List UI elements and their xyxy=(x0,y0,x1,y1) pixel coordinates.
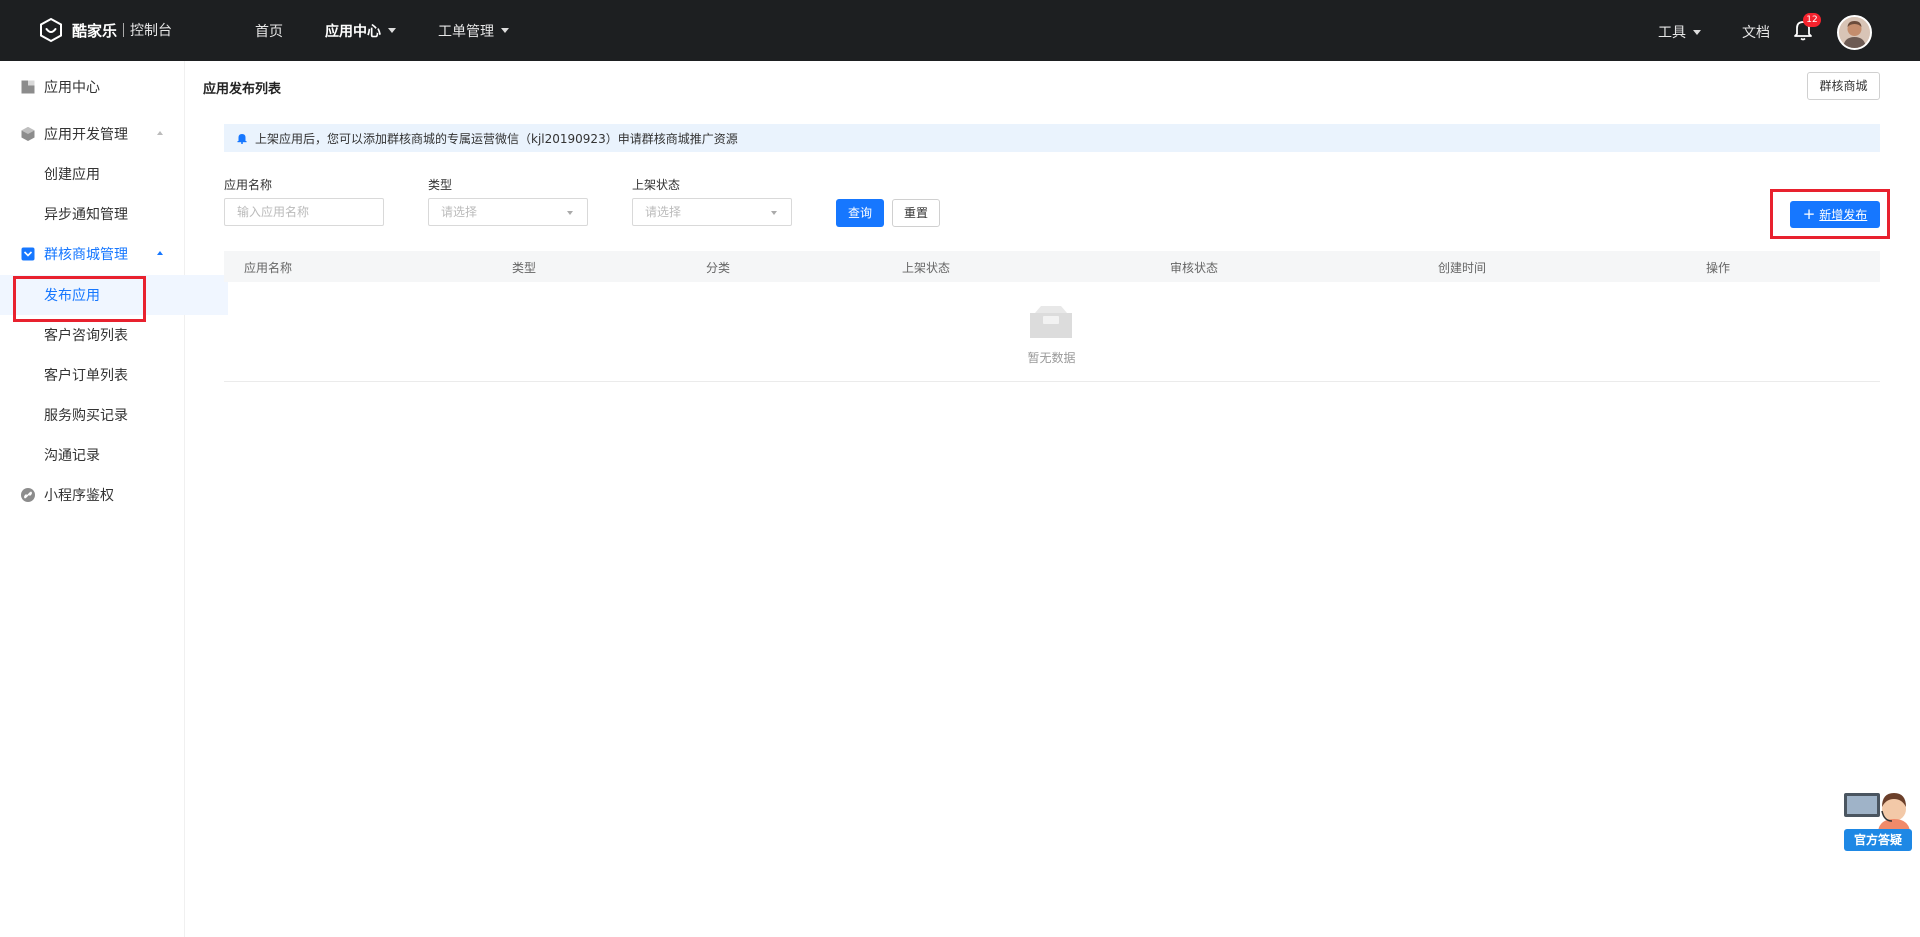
table-header: 应用名称 类型 分类 上架状态 审核状态 创建时间 操作 xyxy=(224,251,1880,282)
filter-type-label: 类型 xyxy=(428,178,453,192)
new-publish-button[interactable]: + 新增发布 xyxy=(1790,201,1880,228)
sidebar-item-create-app[interactable]: 创建应用 xyxy=(0,154,228,194)
top-nav: 首页 应用中心 工单管理 xyxy=(255,0,551,61)
mall-button[interactable]: 群核商城 xyxy=(1807,72,1880,100)
bell-icon xyxy=(237,134,247,144)
sidebar-item-label: 应用中心 xyxy=(44,80,100,96)
reset-button[interactable]: 重置 xyxy=(892,199,940,227)
store-icon xyxy=(20,246,36,262)
sidebar-item-mall-management[interactable]: 群核商城管理 xyxy=(0,234,184,274)
logo[interactable]: 酷家乐 控制台 xyxy=(38,16,172,44)
top-bar: 酷家乐 控制台 首页 应用中心 工单管理 工具 文档 12 xyxy=(0,0,1920,61)
sidebar-item-mini-program-auth[interactable]: 小程序鉴权 xyxy=(0,475,184,515)
sidebar-item-app-dev-management[interactable]: 应用开发管理 xyxy=(0,114,184,154)
new-publish-label: 新增发布 xyxy=(1819,208,1868,222)
folder-icon xyxy=(20,79,36,95)
help-widget[interactable]: 官方答疑 xyxy=(1842,787,1916,859)
notice-text: 上架应用后，您可以添加群核商城的专属运营微信（kjl20190923）申请群核商… xyxy=(255,131,738,146)
type-select-placeholder: 请选择 xyxy=(441,205,478,219)
avatar-image xyxy=(1839,17,1870,48)
column-header-type: 类型 xyxy=(512,261,537,275)
sidebar-item-app-center[interactable]: 应用中心 xyxy=(0,67,184,107)
app-name-input[interactable] xyxy=(224,198,384,226)
chevron-up-icon xyxy=(157,131,163,135)
notification-badge: 12 xyxy=(1803,13,1821,27)
console-label: 控制台 xyxy=(130,23,173,39)
chevron-up-icon xyxy=(157,251,163,255)
nav-home-label: 首页 xyxy=(255,23,283,40)
sidebar-item-label: 应用开发管理 xyxy=(44,127,128,143)
help-widget-label: 官方答疑 xyxy=(1844,829,1912,851)
sidebar-item-customer-orders[interactable]: 客户订单列表 xyxy=(0,355,228,395)
chevron-down-icon xyxy=(501,28,509,33)
chevron-down-icon xyxy=(1693,29,1701,35)
nav-app-center-label: 应用中心 xyxy=(325,23,381,40)
sidebar-item-publish-app[interactable]: 发布应用 xyxy=(0,275,228,315)
sidebar-item-label: 小程序鉴权 xyxy=(44,488,114,504)
nav-home[interactable]: 首页 xyxy=(255,21,283,41)
sidebar-item-label: 客户订单列表 xyxy=(44,368,128,384)
page-title: 应用发布列表 xyxy=(203,82,282,97)
sidebar-item-service-purchases[interactable]: 服务购买记录 xyxy=(0,395,228,435)
column-header-actions: 操作 xyxy=(1706,261,1731,275)
chevron-down-icon xyxy=(388,28,396,33)
sidebar-item-communication-log[interactable]: 沟通记录 xyxy=(0,435,228,475)
sidebar-item-label: 异步通知管理 xyxy=(44,207,128,223)
sidebar-item-customer-inquiries[interactable]: 客户咨询列表 xyxy=(0,315,228,355)
notification-button[interactable]: 12 xyxy=(1792,13,1821,42)
empty-box-icon xyxy=(1030,306,1072,338)
column-header-listing-status: 上架状态 xyxy=(902,261,951,275)
empty-state-text: 暂无数据 xyxy=(1027,351,1076,365)
column-header-category: 分类 xyxy=(706,261,731,275)
nav-ticket-label: 工单管理 xyxy=(438,23,494,40)
tools-menu[interactable]: 工具 xyxy=(1658,22,1701,42)
type-select[interactable]: 请选择 xyxy=(428,198,588,226)
column-header-created-time: 创建时间 xyxy=(1438,261,1487,275)
sidebar-item-label: 客户咨询列表 xyxy=(44,328,128,344)
status-select[interactable]: 请选择 xyxy=(632,198,792,226)
sidebar: 应用中心 应用开发管理 创建应用 异步通知管理 群核商城管理 发布应用 客户咨询… xyxy=(0,61,228,937)
query-button[interactable]: 查询 xyxy=(836,199,884,227)
sidebar-item-label: 发布应用 xyxy=(44,288,100,304)
filter-status-label: 上架状态 xyxy=(632,178,681,192)
sidebar-item-label: 群核商城管理 xyxy=(44,247,128,263)
link-icon xyxy=(20,487,36,503)
plus-icon: + xyxy=(1802,205,1816,223)
sidebar-item-async-notify[interactable]: 异步通知管理 xyxy=(0,194,228,234)
cube-icon xyxy=(20,126,36,142)
tools-label: 工具 xyxy=(1658,25,1686,41)
chevron-down-icon xyxy=(567,211,573,215)
column-header-app-name: 应用名称 xyxy=(244,261,293,275)
filter-app-name-label: 应用名称 xyxy=(224,178,273,192)
chevron-down-icon xyxy=(771,211,777,215)
logo-icon xyxy=(40,17,62,43)
notice-banner: 上架应用后，您可以添加群核商城的专属运营微信（kjl20190923）申请群核商… xyxy=(224,124,1880,152)
status-select-placeholder: 请选择 xyxy=(645,205,682,219)
docs-link[interactable]: 文档 xyxy=(1742,22,1770,42)
sidebar-item-label: 服务购买记录 xyxy=(44,408,128,424)
nav-ticket-management[interactable]: 工单管理 xyxy=(438,21,509,41)
table-divider xyxy=(224,381,1880,382)
user-avatar[interactable] xyxy=(1837,15,1872,50)
nav-app-center[interactable]: 应用中心 xyxy=(325,21,396,41)
column-header-review-status: 审核状态 xyxy=(1170,261,1219,275)
sidebar-item-label: 创建应用 xyxy=(44,167,100,183)
brand-name: 酷家乐 xyxy=(72,21,118,40)
brand-separator xyxy=(123,23,125,37)
sidebar-item-label: 沟通记录 xyxy=(44,448,100,464)
